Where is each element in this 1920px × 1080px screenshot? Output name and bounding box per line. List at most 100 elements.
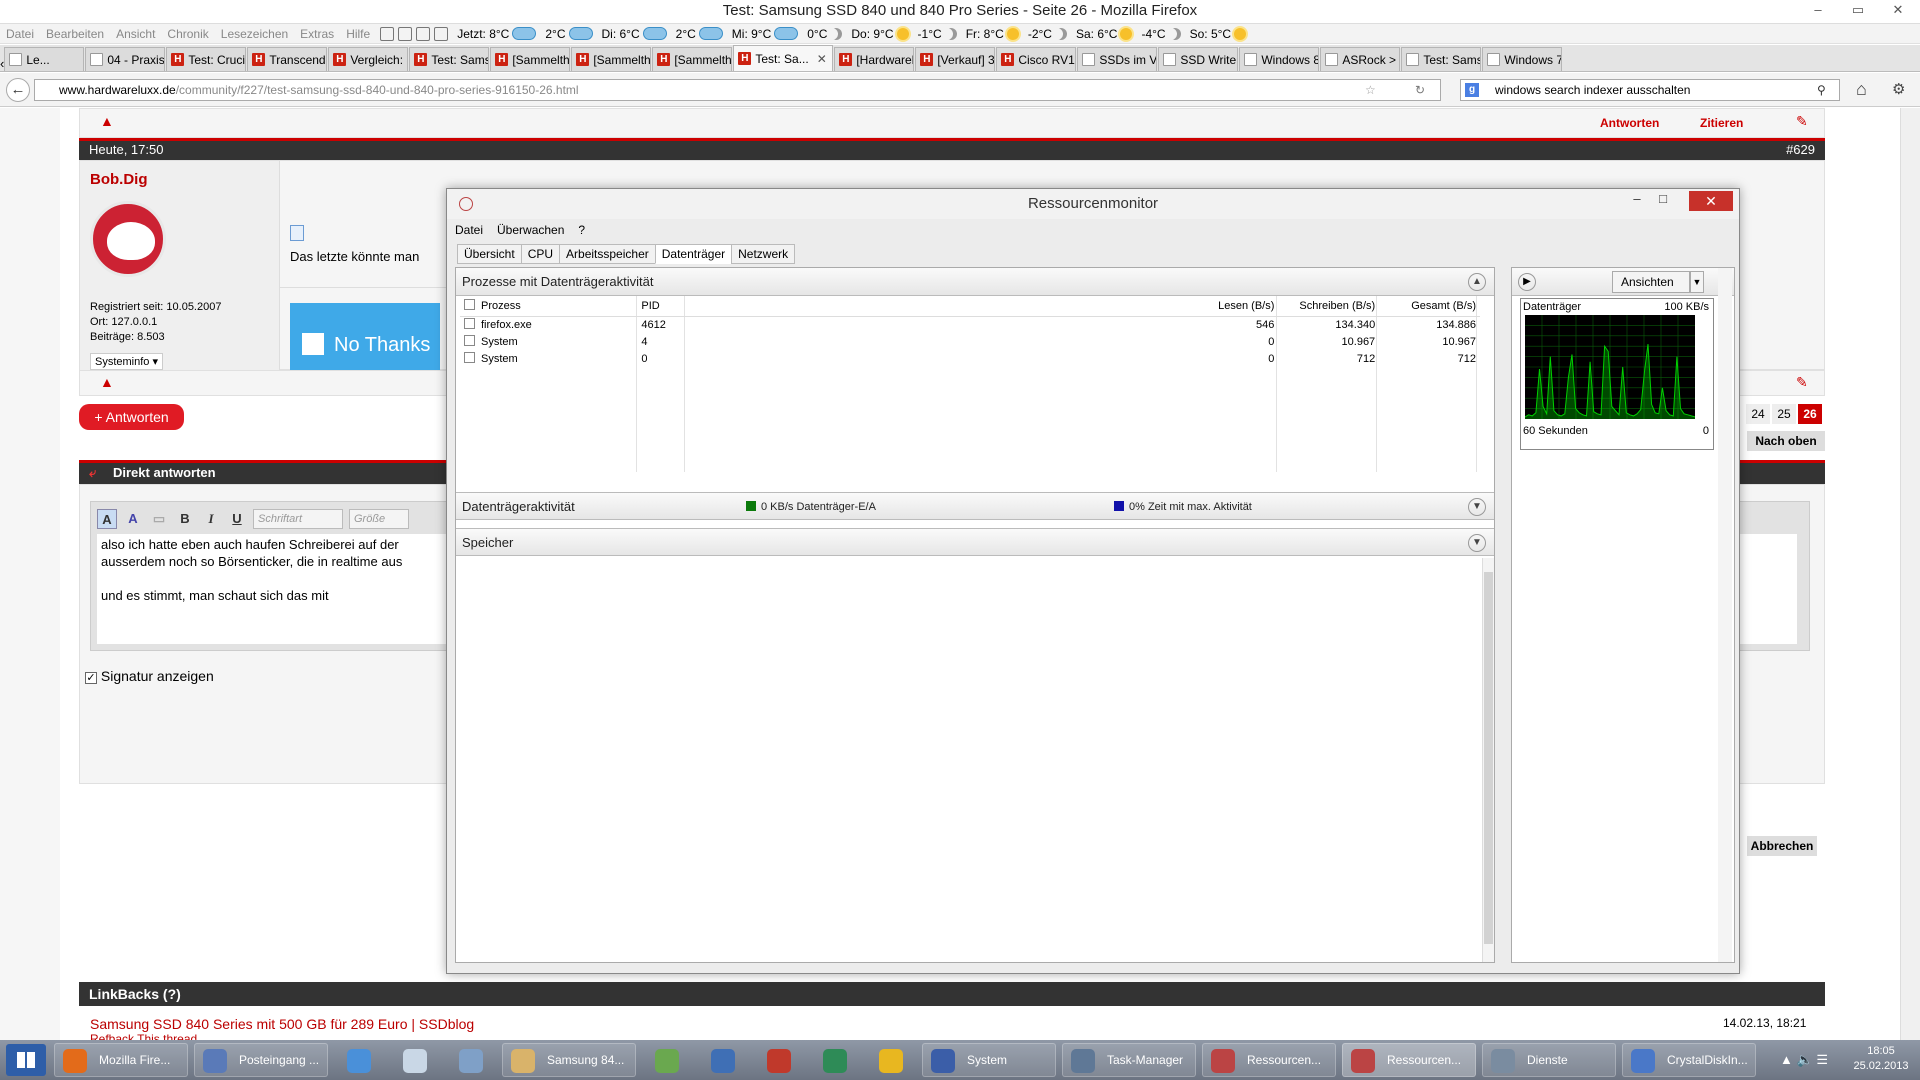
table-row[interactable]: System 0 0 712 712 (460, 350, 1480, 367)
resmon-close-button[interactable]: ✕ (1689, 191, 1733, 211)
addon-icon[interactable]: ⚙ (1892, 80, 1905, 98)
graph-panel-scrollbar[interactable] (1718, 268, 1732, 962)
weather-item[interactable]: -2°C (1028, 27, 1067, 41)
taskbar-item[interactable]: Ressourcen... (1342, 1043, 1476, 1077)
tray-arrow-icon[interactable]: ▲ (1780, 1052, 1793, 1067)
radio-icon[interactable] (398, 26, 413, 41)
browser-tab[interactable]: HTest: Crucia... (166, 47, 247, 71)
google-icon[interactable]: g (1465, 83, 1479, 97)
taskbar-item[interactable] (642, 1043, 692, 1077)
browser-tab[interactable]: HTest: Samsu... (409, 47, 490, 71)
author-name[interactable]: Bob.Dig (90, 171, 148, 188)
taskbar-item[interactable]: Samsung 84... (502, 1043, 636, 1077)
reload-toolbar-icon[interactable] (416, 26, 431, 41)
post-number[interactable]: #629 (1786, 141, 1815, 159)
taskbar-item[interactable]: CrystalDiskIn... (1622, 1043, 1756, 1077)
taskbar-item[interactable]: Task-Manager (1062, 1043, 1196, 1077)
avatar[interactable] (90, 201, 166, 277)
menu-item-ansicht[interactable]: Ansicht (110, 27, 161, 41)
taskbar-item[interactable]: Ressourcen... (1202, 1043, 1336, 1077)
weather-item[interactable]: 2°C (676, 27, 723, 41)
page-scrollbar[interactable] (1900, 108, 1920, 1040)
column-header[interactable]: Schreiben (B/s) (1278, 296, 1380, 317)
row-checkbox[interactable] (464, 352, 475, 363)
close-button[interactable]: ✕ (1880, 0, 1916, 22)
search-icon[interactable]: ⚲ (1817, 80, 1826, 100)
select-all-checkbox[interactable] (464, 299, 475, 311)
menu-item-bearbeiten[interactable]: Bearbeiten (40, 27, 110, 41)
menu-item-hilfe[interactable]: Hilfe (340, 27, 376, 41)
browser-tab[interactable]: ASRock > Z... (1320, 47, 1401, 71)
resmon-tab[interactable]: Datenträger (654, 244, 733, 264)
browser-tab[interactable]: H[Sammelthr... (652, 47, 733, 71)
bookmark-star-icon[interactable]: ☆ (1365, 80, 1376, 100)
page-link[interactable]: 26 (1798, 404, 1822, 424)
browser-tab[interactable]: HCisco RV180... (996, 47, 1077, 71)
browser-tab[interactable]: SSDs im Ver... (1077, 47, 1158, 71)
views-button[interactable]: Ansichten (1612, 271, 1690, 293)
weather-item[interactable]: 0°C (807, 27, 842, 41)
bold-button[interactable]: B (175, 509, 195, 529)
resmon-tab[interactable]: Netzwerk (731, 244, 796, 264)
taskbar-item[interactable]: Mozilla Fire... (54, 1043, 188, 1077)
storage-section-header[interactable]: Speicher ▼ (456, 528, 1494, 556)
scrollbar-thumb[interactable] (1484, 572, 1493, 944)
expand-icon[interactable]: ▼ (1468, 498, 1486, 516)
chevron-right-icon[interactable]: ▶ (1518, 273, 1536, 291)
cancel-button[interactable]: Abbrechen (1747, 836, 1817, 856)
network-icon[interactable]: ☰ (1816, 1052, 1828, 1067)
linkback-title[interactable]: Samsung SSD 840 Series mit 500 GB für 28… (90, 1016, 474, 1032)
font-color-icon[interactable]: A (97, 509, 117, 529)
clock[interactable]: 18:05 25.02.2013 (1848, 1044, 1914, 1074)
weather-item[interactable]: -4°C (1141, 27, 1180, 41)
browser-tab[interactable]: H Test: Sa... ✕ (733, 45, 834, 71)
url-bar[interactable]: www.hardwareluxx.de/community/f227/test-… (34, 79, 1441, 101)
resmon-tab[interactable]: Arbeitsspeicher (559, 244, 656, 264)
activity-section-header[interactable]: Datenträgeraktivität 0 KB/s Datenträger-… (456, 492, 1494, 520)
text-style-icon[interactable]: A (123, 509, 143, 529)
eraser-icon[interactable]: ▭ (149, 509, 169, 529)
row-checkbox[interactable] (464, 318, 475, 330)
resmon-tab[interactable]: CPU (520, 244, 561, 264)
row-checkbox[interactable] (464, 335, 475, 346)
page-link[interactable]: 25 (1772, 404, 1796, 424)
browser-tab[interactable]: H[Hardwarel... (834, 47, 915, 71)
column-header[interactable]: Gesamt (B/s) (1379, 296, 1480, 317)
tab-close-icon[interactable]: ✕ (817, 52, 827, 66)
column-header[interactable]: Lesen (B/s) (681, 296, 1279, 317)
weather-item[interactable]: Jetzt: 8°C (457, 27, 537, 41)
taskbar-item[interactable] (446, 1043, 496, 1077)
taskbar-item[interactable] (390, 1043, 440, 1077)
menu-item-extras[interactable]: Extras (294, 27, 340, 41)
volume-icon[interactable]: 🔈 (1797, 1052, 1813, 1067)
browser-tab[interactable]: 04 - Praxiste... (85, 47, 166, 71)
reload-icon[interactable]: ↻ (1415, 80, 1425, 100)
taskbar-item[interactable] (754, 1043, 804, 1077)
taskbar-item[interactable]: Posteingang ... (194, 1043, 328, 1077)
taskbar-item[interactable] (334, 1043, 384, 1077)
page-link[interactable]: 24 (1746, 404, 1770, 424)
resmon-minimize-button[interactable]: – (1625, 191, 1649, 211)
resmon-menu-item[interactable]: Überwachen (497, 223, 564, 237)
table-row[interactable]: System 4 0 10.967 10.967 (460, 333, 1480, 350)
font-select[interactable]: Schriftart (253, 509, 343, 529)
ghost-icon[interactable] (380, 26, 395, 41)
column-header[interactable]: PID (637, 296, 682, 317)
quote-link[interactable]: Zitieren (1700, 116, 1743, 130)
browser-tab[interactable]: Windows 7 ... (1482, 47, 1563, 71)
report-icon[interactable]: ▲ (100, 113, 114, 129)
resmon-menu-item[interactable]: Datei (455, 223, 483, 237)
signature-checkbox[interactable]: ✓ (85, 672, 97, 684)
weather-item[interactable]: Do: 9°C (851, 27, 909, 41)
reply-button[interactable]: + Antworten (79, 404, 184, 430)
signature-option[interactable]: ✓ Signatur anzeigen (85, 668, 214, 684)
resmon-maximize-button[interactable]: □ (1651, 191, 1675, 211)
start-button[interactable] (6, 1044, 46, 1076)
sysinfo-dropdown[interactable]: Systeminfo ▾ (90, 353, 163, 370)
collapse-icon[interactable]: ▲ (1468, 273, 1486, 291)
menu-item-lesezeichen[interactable]: Lesezeichen (215, 27, 294, 41)
browser-tab[interactable]: HTranscend ... (247, 47, 328, 71)
browser-tab[interactable]: H[Sammelthr... (571, 47, 652, 71)
weather-item[interactable]: Di: 6°C (602, 27, 667, 41)
multiquote-icon[interactable]: ✎ (1796, 374, 1808, 391)
